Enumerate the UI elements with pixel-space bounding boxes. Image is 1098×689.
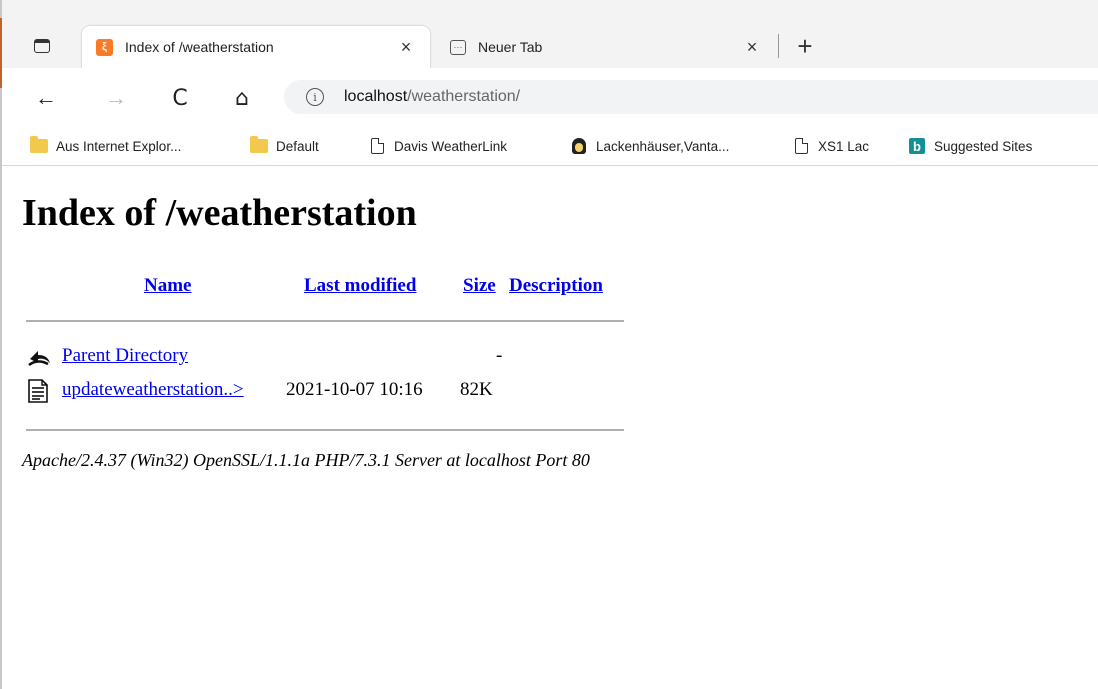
- column-name-link[interactable]: Name: [144, 275, 191, 297]
- close-tab-button[interactable]: ×: [738, 33, 766, 61]
- favorite-aus-internet-explorer[interactable]: Aus Internet Explor...: [30, 134, 181, 158]
- xampp-icon: ξ: [96, 38, 113, 56]
- back-button[interactable]: ←: [30, 82, 62, 114]
- new-tab-page-icon: [450, 39, 466, 55]
- bing-icon: b: [908, 138, 926, 154]
- close-tab-button[interactable]: ×: [392, 33, 420, 61]
- tab-actions-icon: [34, 39, 50, 53]
- column-size-link[interactable]: Size: [463, 275, 496, 297]
- tab-new-tab[interactable]: Neuer Tab ×: [436, 26, 776, 68]
- url-host: localhost: [344, 88, 408, 105]
- favorite-label: Suggested Sites: [934, 138, 1033, 154]
- browser-toolbar: ← → C ⌂ i localhost/weatherstation/: [2, 68, 1098, 126]
- table-row: updateweatherstation..> 2021-10-07 10:16…: [26, 379, 626, 405]
- tab-title: Neuer Tab: [478, 39, 543, 55]
- tux-icon: [570, 138, 588, 154]
- new-tab-button[interactable]: +: [788, 30, 822, 62]
- folder-icon: [250, 136, 268, 154]
- page-icon: [792, 138, 810, 154]
- favorite-suggested-sites[interactable]: b Suggested Sites: [908, 134, 1032, 158]
- divider-top: [26, 320, 624, 322]
- column-description-link[interactable]: Description: [509, 275, 603, 297]
- favorite-xs1-lac[interactable]: XS1 Lac: [792, 134, 869, 158]
- favorite-label: Default: [276, 138, 319, 154]
- favorite-davis-weatherlink[interactable]: Davis WeatherLink: [368, 134, 507, 158]
- row-size: 82K: [460, 379, 493, 400]
- favorite-lackenhaeuser[interactable]: Lackenhäuser,Vanta...: [570, 134, 729, 158]
- favorite-label: Davis WeatherLink: [394, 138, 508, 154]
- favorite-default[interactable]: Default: [250, 134, 319, 158]
- refresh-button[interactable]: C: [164, 82, 196, 114]
- tab-actions-button[interactable]: [22, 32, 62, 60]
- server-signature: Apache/2.4.37 (Win32) OpenSSL/1.1.1a PHP…: [22, 450, 590, 470]
- folder-icon: [30, 136, 48, 154]
- table-row: Parent Directory -: [26, 345, 626, 371]
- favorite-label: Lackenhäuser,Vanta...: [596, 138, 730, 154]
- address-bar[interactable]: i localhost/weatherstation/: [284, 80, 1098, 114]
- home-button[interactable]: ⌂: [226, 82, 258, 114]
- page-heading: Index of /weatherstation: [22, 192, 417, 234]
- favorite-label: XS1 Lac: [818, 138, 870, 154]
- page-content: Index of /weatherstation Name Last modif…: [0, 167, 1098, 689]
- row-last-modified: 2021-10-07 10:16: [286, 379, 423, 400]
- favorite-label: Aus Internet Explor...: [56, 138, 182, 154]
- divider-bottom: [26, 429, 624, 431]
- address-url[interactable]: localhost/weatherstation/: [344, 88, 520, 106]
- forward-button[interactable]: →: [100, 82, 132, 114]
- back-arrow-icon: [28, 351, 50, 367]
- url-path: /weatherstation/: [407, 88, 521, 105]
- tab-title: Index of /weatherstation: [125, 39, 274, 55]
- file-link[interactable]: updateweatherstation..>: [62, 379, 244, 401]
- site-info-icon[interactable]: i: [306, 88, 324, 106]
- column-last-modified-link[interactable]: Last modified: [304, 275, 416, 297]
- favorites-bar: Aus Internet Explor... Default Davis Wea…: [2, 126, 1098, 166]
- page-icon: [368, 138, 386, 154]
- tab-separator: [778, 34, 779, 58]
- tab-strip: ξ Index of /weatherstation × Neuer Tab ×…: [2, 0, 1098, 68]
- tab-index-weatherstation[interactable]: ξ Index of /weatherstation ×: [82, 26, 430, 68]
- row-size: -: [496, 345, 503, 366]
- text-file-icon: [28, 379, 48, 403]
- parent-directory-link[interactable]: Parent Directory: [62, 345, 188, 367]
